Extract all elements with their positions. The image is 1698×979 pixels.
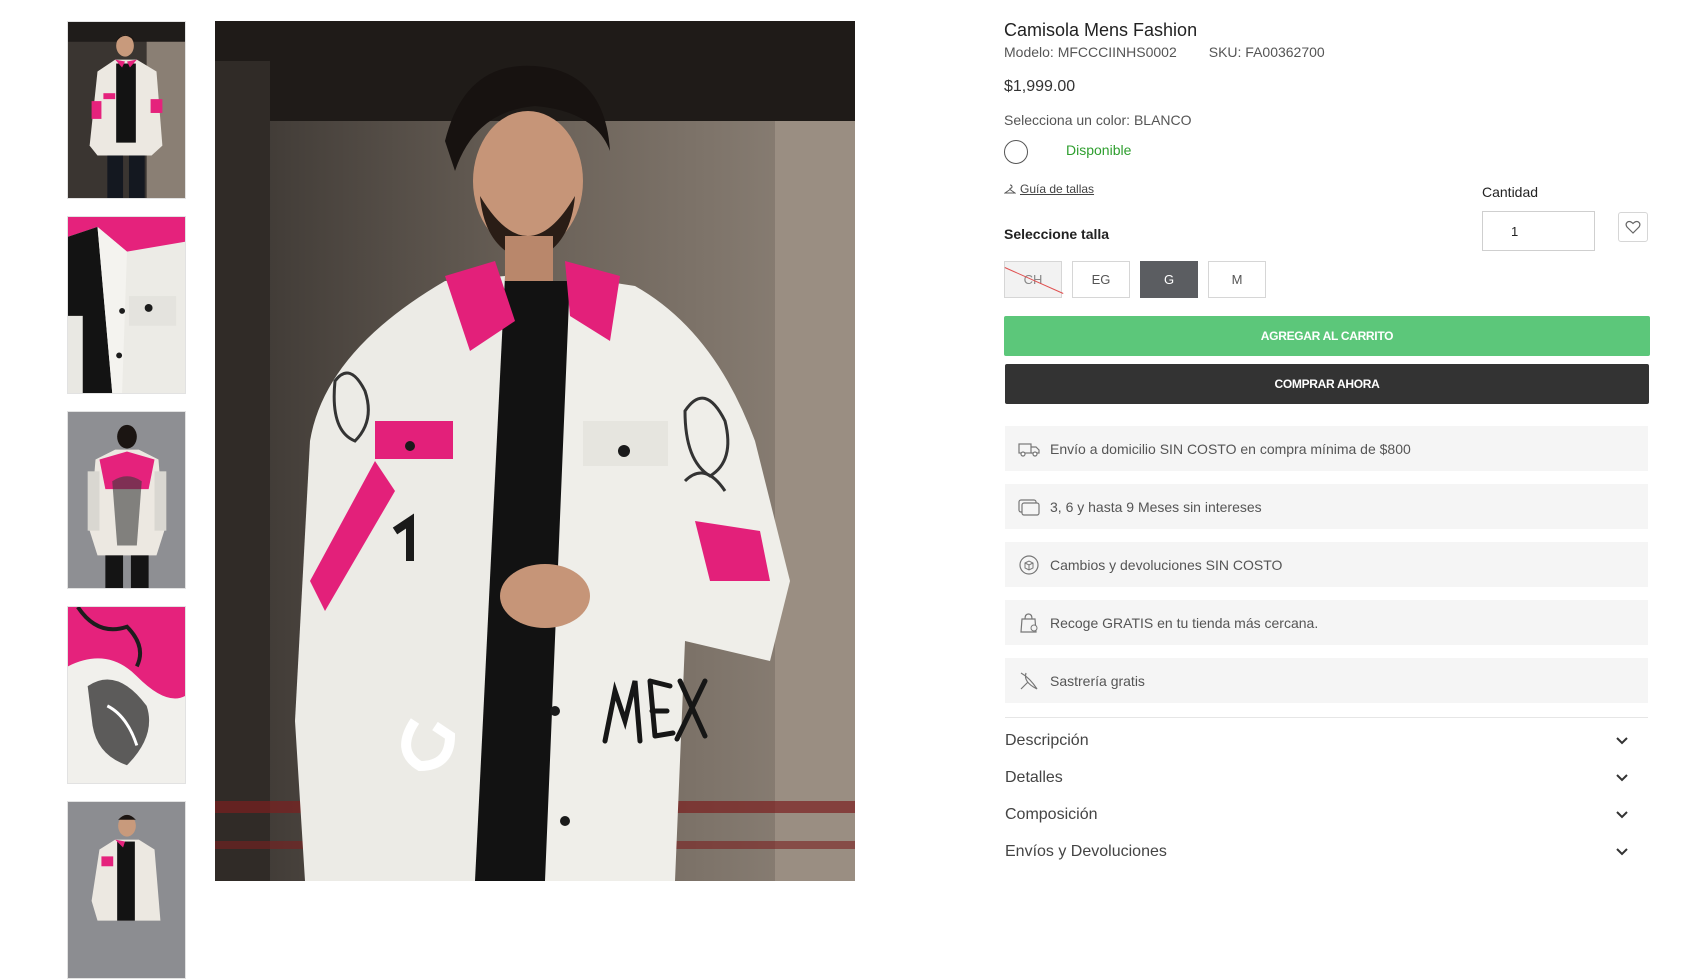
benefit-text: Recoge GRATIS en tu tienda más cercana. [1050,614,1319,631]
benefit-text: 3, 6 y hasta 9 Meses sin intereses [1050,498,1262,515]
product-meta: Modelo: MFCCCIINHS0002 SKU: FA00362700 [1004,44,1325,60]
benefit-installments: 3, 6 y hasta 9 Meses sin intereses [1005,484,1648,529]
tailoring-icon [1018,670,1040,692]
benefit-text: Sastrería gratis [1050,672,1145,689]
thumbnail-back-view[interactable] [67,411,186,589]
benefit-store-pickup: Recoge GRATIS en tu tienda más cercana. [1005,600,1648,645]
thumbnail-print-detail[interactable] [67,606,186,784]
add-to-cart-button[interactable]: AGREGAR AL CARRITO [1004,316,1650,356]
accordion-detalles[interactable]: Detalles [1005,763,1648,793]
chevron-down-icon [1616,774,1628,782]
section-divider [1005,717,1648,718]
product-model: Modelo: MFCCCIINHS0002 [1004,44,1177,60]
thumbnail-collar-detail[interactable] [67,216,186,394]
buy-now-button[interactable]: COMPRAR AHORA [1005,364,1649,404]
truck-icon [1018,438,1040,460]
color-selection-label: Selecciona un color: BLANCO [1004,112,1192,128]
chevron-down-icon [1616,848,1628,856]
size-guide-link[interactable]: Guía de tallas [1004,182,1094,196]
size-option-eg[interactable]: EG [1072,261,1130,298]
accordion-descripcion[interactable]: Descripción [1005,726,1648,756]
product-title: Camisola Mens Fashion [1004,20,1198,40]
product-sku: SKU: FA00362700 [1208,44,1325,60]
chevron-down-icon [1616,737,1628,745]
size-option-ch[interactable]: CH [1004,261,1062,298]
store-pickup-icon [1018,612,1040,634]
availability-status: Disponible [1066,142,1132,158]
product-price: $1,999.00 [1004,78,1076,95]
size-selection-label: Seleccione talla [1004,226,1110,242]
benefit-free-returns: Cambios y devoluciones SIN COSTO [1005,542,1648,587]
accordion-label: Composición [1005,806,1098,823]
quantity-input[interactable] [1482,211,1595,251]
accordion-label: Descripción [1005,732,1089,749]
size-guide-label: Guía de tallas [1020,182,1095,196]
accordion-envios-devoluciones[interactable]: Envíos y Devoluciones [1005,837,1648,867]
box-return-icon [1018,554,1040,576]
benefit-text: Cambios y devoluciones SIN COSTO [1050,556,1283,573]
chevron-down-icon [1616,811,1628,819]
hanger-icon [1004,183,1016,195]
size-option-m[interactable]: M [1208,261,1266,298]
main-product-image[interactable] [215,21,855,881]
wishlist-button[interactable] [1618,212,1648,242]
size-option-g[interactable]: G [1140,261,1198,298]
benefit-text: Envío a domicilio SIN COSTO en compra mí… [1050,440,1411,457]
accordion-label: Detalles [1005,769,1063,786]
heart-icon [1625,220,1641,234]
accordion-composicion[interactable]: Composición [1005,800,1648,830]
thumbnail-front-view[interactable] [67,21,186,199]
credit-card-icon [1018,496,1040,518]
benefit-free-tailoring: Sastrería gratis [1005,658,1648,703]
accordion-label: Envíos y Devoluciones [1005,843,1167,860]
benefit-free-shipping: Envío a domicilio SIN COSTO en compra mí… [1005,426,1648,471]
thumbnail-front-view-alt[interactable] [67,801,186,979]
quantity-label: Cantidad [1482,184,1539,200]
color-swatch-blanco[interactable] [1004,140,1028,164]
